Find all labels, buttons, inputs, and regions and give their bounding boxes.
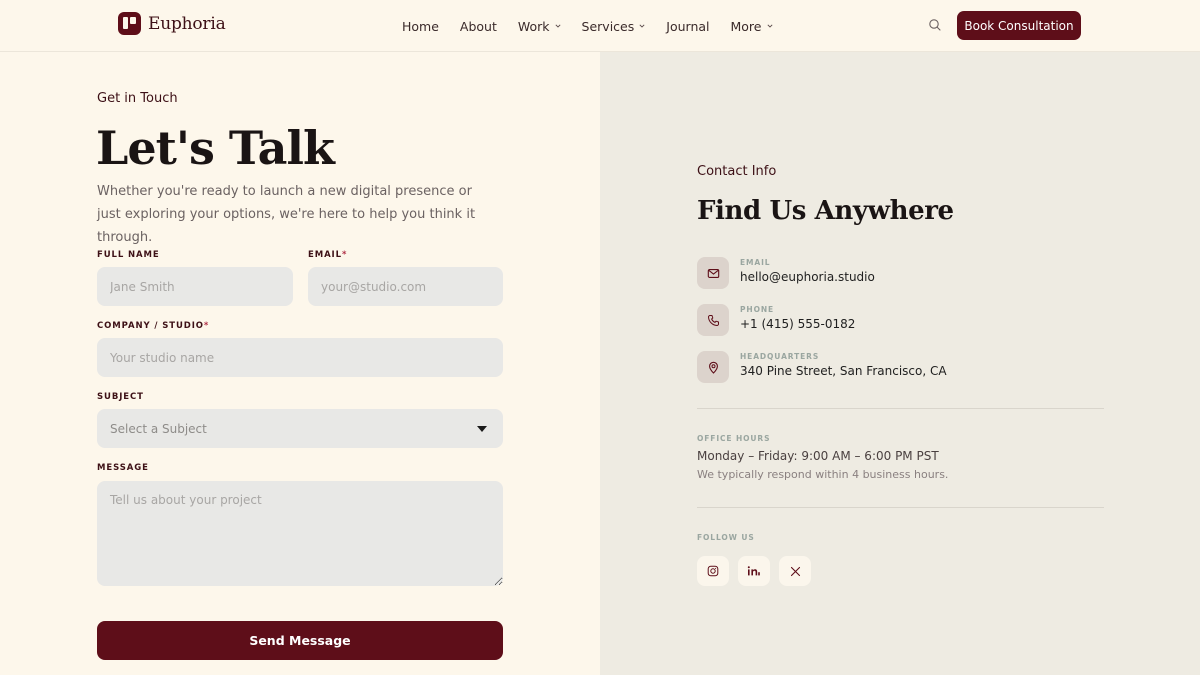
instagram-icon[interactable] xyxy=(697,556,729,586)
section-eyebrow: Contact Info xyxy=(697,164,777,179)
company-label: Company / Studio* xyxy=(97,321,209,331)
nav-item-about[interactable]: About xyxy=(460,19,497,34)
follow-us-label: Follow Us xyxy=(697,533,755,542)
message-label: Message xyxy=(97,463,149,473)
contact-phone: Phone +1 (415) 555-0182 xyxy=(697,304,1117,336)
nav-item-more[interactable]: More xyxy=(731,19,773,34)
social-links xyxy=(697,556,820,586)
brand-logo[interactable]: Euphoria xyxy=(118,12,226,35)
full-name-label: Full Name xyxy=(97,250,160,260)
contact-info-panel: Contact Info Find Us Anywhere Email hell… xyxy=(600,52,1200,675)
office-hours-label: Office Hours xyxy=(697,434,771,443)
caret-down-icon xyxy=(477,425,487,432)
nav-item-label: More xyxy=(730,18,762,34)
chevron-down-icon xyxy=(555,24,561,28)
company-label-text: Company / Studio xyxy=(97,321,204,331)
main-nav: Home About Work Services Journal More xyxy=(402,0,794,52)
subject-select[interactable]: Select a Subject xyxy=(97,409,503,448)
contact-value[interactable]: +1 (415) 555-0182 xyxy=(740,317,855,331)
nav-item-label: Journal xyxy=(666,18,710,34)
message-textarea[interactable] xyxy=(97,481,503,586)
company-input[interactable] xyxy=(97,338,503,377)
contact-email: Email hello@euphoria.studio xyxy=(697,257,1117,289)
full-name-input[interactable] xyxy=(97,267,293,306)
search-icon[interactable] xyxy=(928,18,942,32)
required-marker: * xyxy=(341,250,348,260)
contact-label: Phone xyxy=(740,305,775,314)
nav-item-home[interactable]: Home xyxy=(402,19,439,34)
chevron-down-icon xyxy=(766,24,773,28)
required-marker: * xyxy=(203,321,210,331)
email-input[interactable] xyxy=(308,267,503,306)
response-note: We typically respond within 4 business h… xyxy=(697,468,949,481)
contact-value: 340 Pine Street, San Francisco, CA xyxy=(740,364,947,378)
page-title: Let's Talk xyxy=(96,121,335,175)
contact-label: Email xyxy=(740,258,771,267)
send-message-button[interactable]: Send Message xyxy=(97,621,503,660)
email-label: Email* xyxy=(308,250,347,260)
subject-select-value: Select a Subject xyxy=(110,421,207,436)
subject-label: Subject xyxy=(97,392,144,402)
nav-item-services[interactable]: Services xyxy=(582,19,646,34)
full-name-label-text: Full Name xyxy=(97,250,160,260)
linkedin-icon[interactable] xyxy=(738,556,770,586)
mail-icon xyxy=(697,257,729,289)
chevron-down-icon xyxy=(639,24,645,28)
nav-item-label: Services xyxy=(581,18,635,34)
nav-item-journal[interactable]: Journal xyxy=(666,19,709,34)
phone-icon xyxy=(697,304,729,336)
divider xyxy=(697,408,1104,409)
intro-text: Whether you're ready to launch a new dig… xyxy=(97,184,476,245)
nav-item-label: Home xyxy=(402,18,439,34)
contact-value[interactable]: hello@euphoria.studio xyxy=(740,270,875,284)
nav-item-label: Work xyxy=(517,18,550,34)
section-eyebrow: Get in Touch xyxy=(97,91,178,106)
divider xyxy=(697,507,1104,508)
contact-form-section: Get in Touch Let's Talk Whether you're r… xyxy=(0,52,600,675)
x-icon[interactable] xyxy=(779,556,811,586)
contact-headquarters: Headquarters 340 Pine Street, San Franci… xyxy=(697,351,1117,383)
office-hours-text: Monday – Friday: 9:00 AM – 6:00 PM PST xyxy=(697,449,939,463)
nav-item-label: About xyxy=(459,18,497,34)
subject-label-text: Subject xyxy=(97,392,144,402)
brand-name: Euphoria xyxy=(148,13,226,34)
contact-label: Headquarters xyxy=(740,352,820,361)
site-header: Euphoria Home About Work Services Journa… xyxy=(0,0,1200,52)
logo-mark-icon xyxy=(118,12,141,35)
message-label-text: Message xyxy=(97,463,149,473)
map-pin-icon xyxy=(697,351,729,383)
contact-title: Find Us Anywhere xyxy=(697,196,954,226)
book-consultation-button[interactable]: Book Consultation xyxy=(957,11,1081,40)
email-label-text: Email xyxy=(308,250,342,260)
nav-item-work[interactable]: Work xyxy=(518,19,561,34)
